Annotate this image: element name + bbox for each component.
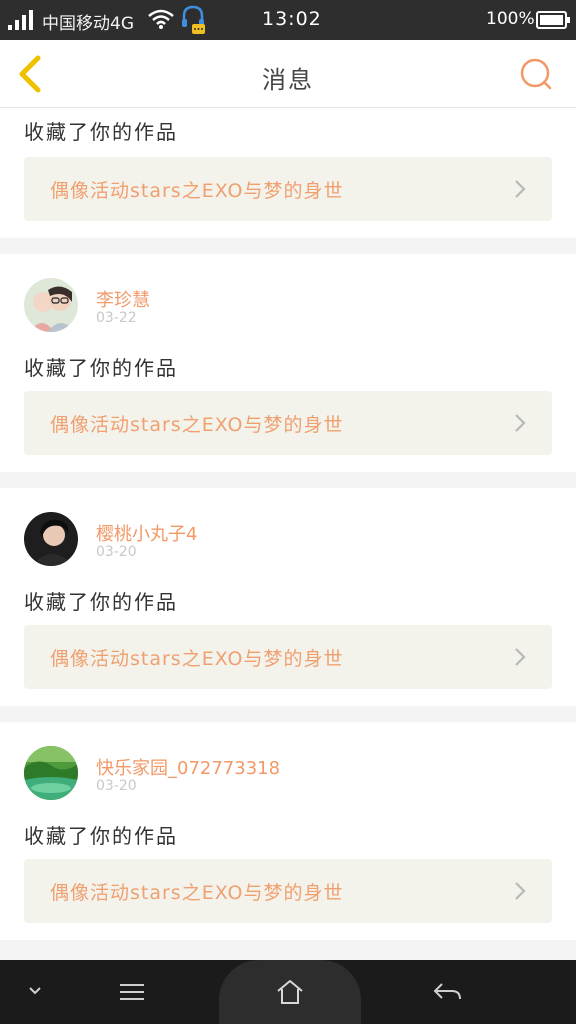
avatar[interactable]	[24, 278, 78, 332]
work-link[interactable]: 偶像活动stars之EXO与梦的身世	[24, 157, 552, 221]
home-button[interactable]	[219, 960, 361, 1024]
wifi-icon	[148, 9, 174, 29]
work-title: 偶像活动stars之EXO与梦的身世	[50, 648, 344, 670]
user-name[interactable]: 李珍慧	[96, 286, 150, 312]
message-list[interactable]: 收藏了你的作品 偶像活动stars之EXO与梦的身世 李珍慧 03-22 收藏了…	[0, 108, 576, 960]
headset-icon	[182, 5, 205, 34]
avatar[interactable]	[24, 746, 78, 800]
status-bar: 中国移动4G 13:02 100%	[0, 0, 576, 40]
search-button[interactable]	[518, 56, 554, 92]
message-item: 快乐家园_072773318 03-20 收藏了你的作品 偶像活动stars之E…	[0, 722, 576, 940]
menu-icon[interactable]	[118, 980, 146, 1004]
battery-percent: 100%	[486, 9, 535, 29]
message-date: 03-20	[96, 778, 137, 794]
work-title: 偶像活动stars之EXO与梦的身世	[50, 882, 344, 904]
user-name[interactable]: 快乐家园_072773318	[96, 754, 280, 780]
chevron-right-icon	[515, 882, 526, 900]
work-link[interactable]: 偶像活动stars之EXO与梦的身世	[24, 391, 552, 455]
message-item: 收藏了你的作品 偶像活动stars之EXO与梦的身世	[0, 108, 576, 238]
clock: 13:02	[262, 8, 322, 30]
home-icon	[277, 980, 303, 1004]
work-link[interactable]: 偶像活动stars之EXO与梦的身世	[24, 859, 552, 923]
chevron-right-icon	[515, 414, 526, 432]
carrier-label: 中国移动4G	[42, 14, 134, 34]
signal-icon	[8, 10, 33, 30]
avatar[interactable]	[24, 512, 78, 566]
chevron-right-icon	[515, 648, 526, 666]
message-date: 03-22	[96, 310, 137, 326]
user-name[interactable]: 樱桃小丸子4	[96, 520, 197, 546]
message-action: 收藏了你的作品	[24, 120, 178, 144]
chevron-down-icon[interactable]	[26, 984, 44, 998]
message-date: 03-20	[96, 544, 137, 560]
message-item: 李珍慧 03-22 收藏了你的作品 偶像活动stars之EXO与梦的身世	[0, 254, 576, 472]
message-item: 樱桃小丸子4 03-20 收藏了你的作品 偶像活动stars之EXO与梦的身世	[0, 488, 576, 706]
back-arrow-icon[interactable]	[432, 980, 464, 1004]
work-title: 偶像活动stars之EXO与梦的身世	[50, 414, 344, 436]
battery-icon	[536, 11, 570, 29]
message-action: 收藏了你的作品	[24, 824, 178, 848]
message-action: 收藏了你的作品	[24, 356, 178, 380]
message-action: 收藏了你的作品	[24, 590, 178, 614]
work-link[interactable]: 偶像活动stars之EXO与梦的身世	[24, 625, 552, 689]
work-title: 偶像活动stars之EXO与梦的身世	[50, 180, 344, 202]
page-title: 消息	[262, 66, 314, 94]
app-header: 消息	[0, 40, 576, 108]
chevron-right-icon	[515, 180, 526, 198]
system-nav-bar	[0, 960, 576, 1024]
